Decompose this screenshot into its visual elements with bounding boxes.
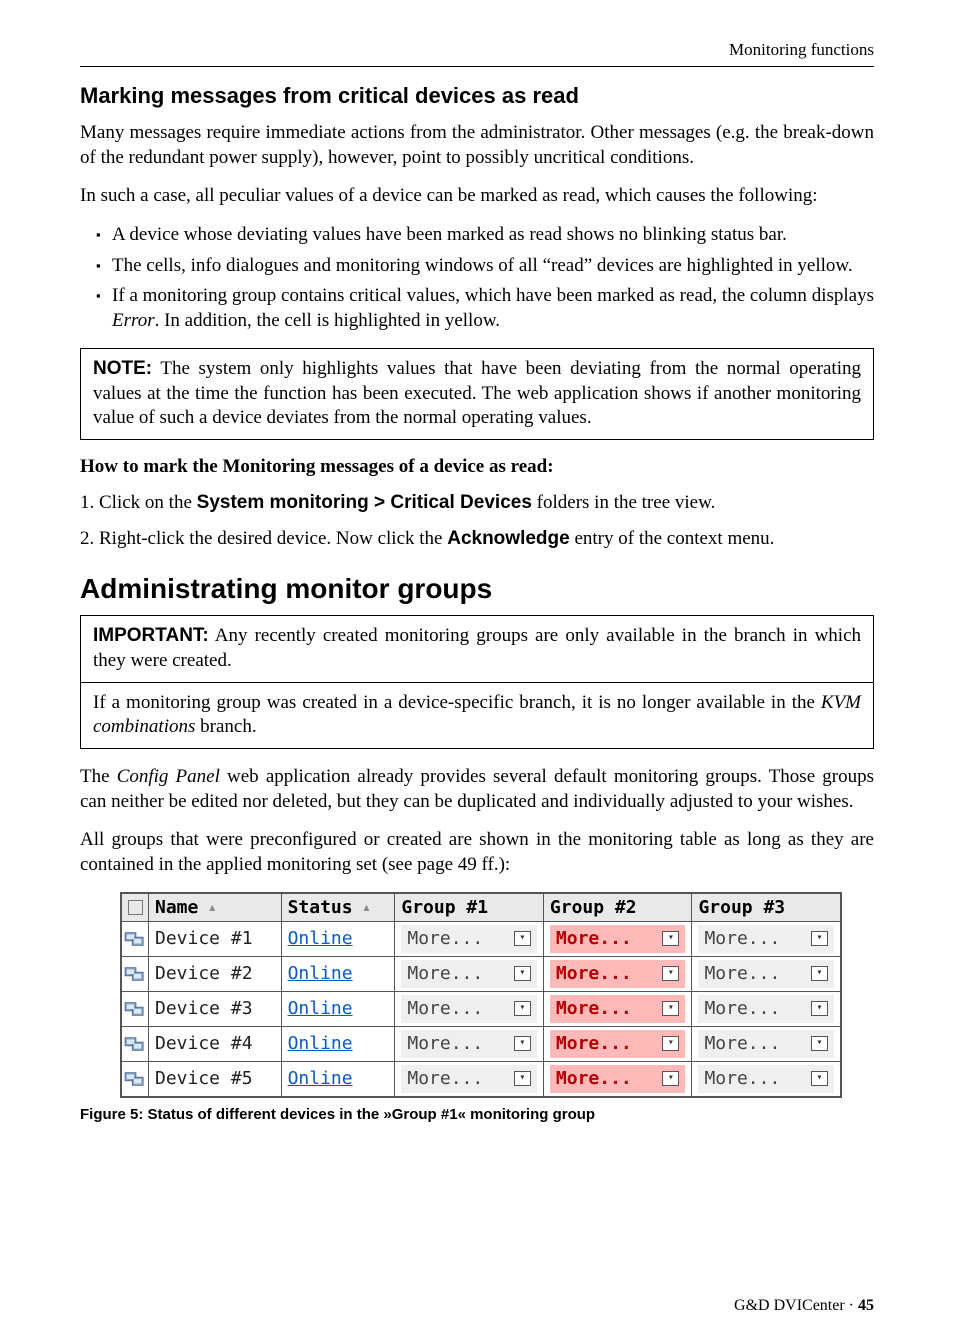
table-row[interactable]: Device #5OnlineMore...▾More...▾More...▾ xyxy=(122,1061,841,1096)
note-box: NOTE: The system only highlights values … xyxy=(80,348,874,440)
admin-para-1: The Config Panel web application already… xyxy=(80,765,874,814)
status-link[interactable]: Online xyxy=(288,928,353,949)
dropdown-icon[interactable]: ▾ xyxy=(811,931,828,946)
sort-asc-icon: ▲ xyxy=(209,902,215,913)
marking-heading: Marking messages from critical devices a… xyxy=(80,83,874,109)
device-icon-cell[interactable] xyxy=(122,956,149,991)
device-icon-cell[interactable] xyxy=(122,1026,149,1061)
group1-cell[interactable]: More...▾ xyxy=(395,921,544,956)
device-status-cell: Online xyxy=(281,1061,395,1096)
col-group-3[interactable]: Group #3 xyxy=(692,893,841,921)
group1-cell[interactable]: More...▾ xyxy=(395,991,544,1026)
header-section-label: Monitoring functions xyxy=(80,40,874,66)
note-label: NOTE: xyxy=(93,358,152,379)
footer-page-number: 45 xyxy=(858,1297,874,1314)
marking-bullets: A device whose deviating values have bee… xyxy=(80,223,874,334)
status-link[interactable]: Online xyxy=(288,1033,353,1054)
marking-para-1: Many messages require immediate actions … xyxy=(80,121,874,170)
dropdown-icon[interactable]: ▾ xyxy=(811,1071,828,1086)
figure-caption: Figure 5: Status of different devices in… xyxy=(80,1106,874,1123)
group3-cell[interactable]: More...▾ xyxy=(692,956,841,991)
dropdown-icon[interactable]: ▾ xyxy=(514,1001,531,1016)
dropdown-icon[interactable]: ▾ xyxy=(662,931,679,946)
status-link[interactable]: Online xyxy=(288,1068,353,1089)
col-group-2[interactable]: Group #2 xyxy=(543,893,692,921)
monitoring-table-wrap: Name ▲ Status ▲ Group #1 Group #2 Group … xyxy=(120,892,842,1098)
device-name-cell: Device #4 xyxy=(149,1026,282,1061)
note-text: The system only highlights values that h… xyxy=(93,358,861,428)
checkbox-icon[interactable] xyxy=(128,900,143,915)
dropdown-icon[interactable]: ▾ xyxy=(662,1071,679,1086)
col-group-1[interactable]: Group #1 xyxy=(395,893,544,921)
group2-cell[interactable]: More...▾ xyxy=(543,956,692,991)
group1-cell[interactable]: More...▾ xyxy=(395,956,544,991)
bullet-item: The cells, info dialogues and monitoring… xyxy=(96,254,874,279)
howto-heading: How to mark the Monitoring messages of a… xyxy=(80,456,874,478)
table-header-row: Name ▲ Status ▲ Group #1 Group #2 Group … xyxy=(122,893,841,921)
status-link[interactable]: Online xyxy=(288,998,353,1019)
dropdown-icon[interactable]: ▾ xyxy=(811,966,828,981)
dropdown-icon[interactable]: ▾ xyxy=(811,1036,828,1051)
group3-cell[interactable]: More...▾ xyxy=(692,991,841,1026)
group1-cell[interactable]: More...▾ xyxy=(395,1026,544,1061)
dropdown-icon[interactable]: ▾ xyxy=(811,1001,828,1016)
group3-cell[interactable]: More...▾ xyxy=(692,921,841,956)
device-status-cell: Online xyxy=(281,991,395,1026)
dropdown-icon[interactable]: ▾ xyxy=(662,1036,679,1051)
col-name[interactable]: Name ▲ xyxy=(149,893,282,921)
important-box: IMPORTANT: Any recently created monitori… xyxy=(80,615,874,749)
step-1: 1. Click on the System monitoring > Crit… xyxy=(80,490,874,516)
group2-cell[interactable]: More...▾ xyxy=(543,1061,692,1096)
group2-cell[interactable]: More...▾ xyxy=(543,1026,692,1061)
group2-cell[interactable]: More...▾ xyxy=(543,921,692,956)
device-name-cell: Device #3 xyxy=(149,991,282,1026)
bullet-item: A device whose deviating values have bee… xyxy=(96,223,874,248)
important-divider xyxy=(81,682,873,683)
important-label: IMPORTANT: xyxy=(93,625,209,646)
marking-para-2: In such a case, all peculiar values of a… xyxy=(80,184,874,209)
device-status-cell: Online xyxy=(281,1026,395,1061)
group3-cell[interactable]: More...▾ xyxy=(692,1061,841,1096)
sort-asc-icon: ▲ xyxy=(363,902,369,913)
device-name-cell: Device #1 xyxy=(149,921,282,956)
device-status-cell: Online xyxy=(281,956,395,991)
footer-product: G&D DVICenter · xyxy=(734,1297,858,1314)
col-status[interactable]: Status ▲ xyxy=(281,893,395,921)
group3-cell[interactable]: More...▾ xyxy=(692,1026,841,1061)
dropdown-icon[interactable]: ▾ xyxy=(514,1071,531,1086)
admin-heading: Administrating monitor groups xyxy=(80,573,874,605)
device-icon-cell[interactable] xyxy=(122,991,149,1026)
bullet-item: If a monitoring group contains critical … xyxy=(96,284,874,333)
device-status-cell: Online xyxy=(281,921,395,956)
device-icon-cell[interactable] xyxy=(122,1061,149,1096)
device-name-cell: Device #2 xyxy=(149,956,282,991)
dropdown-icon[interactable]: ▾ xyxy=(514,966,531,981)
admin-para-2: All groups that were preconfigured or cr… xyxy=(80,828,874,877)
table-row[interactable]: Device #1OnlineMore...▾More...▾More...▾ xyxy=(122,921,841,956)
dropdown-icon[interactable]: ▾ xyxy=(662,1001,679,1016)
table-row[interactable]: Device #2OnlineMore...▾More...▾More...▾ xyxy=(122,956,841,991)
dropdown-icon[interactable]: ▾ xyxy=(662,966,679,981)
status-link[interactable]: Online xyxy=(288,963,353,984)
header-rule xyxy=(80,66,874,67)
device-icon-cell[interactable] xyxy=(122,921,149,956)
step-2: 2. Right-click the desired device. Now c… xyxy=(80,526,874,552)
table-row[interactable]: Device #3OnlineMore...▾More...▾More...▾ xyxy=(122,991,841,1026)
device-name-cell: Device #5 xyxy=(149,1061,282,1096)
select-all-header[interactable] xyxy=(122,893,149,921)
dropdown-icon[interactable]: ▾ xyxy=(514,1036,531,1051)
monitoring-table: Name ▲ Status ▲ Group #1 Group #2 Group … xyxy=(121,893,841,1097)
dropdown-icon[interactable]: ▾ xyxy=(514,931,531,946)
group2-cell[interactable]: More...▾ xyxy=(543,991,692,1026)
page-footer: G&D DVICenter · 45 xyxy=(734,1297,874,1315)
group1-cell[interactable]: More...▾ xyxy=(395,1061,544,1096)
important-text-1: Any recently created monitoring groups a… xyxy=(93,625,861,671)
table-row[interactable]: Device #4OnlineMore...▾More...▾More...▾ xyxy=(122,1026,841,1061)
